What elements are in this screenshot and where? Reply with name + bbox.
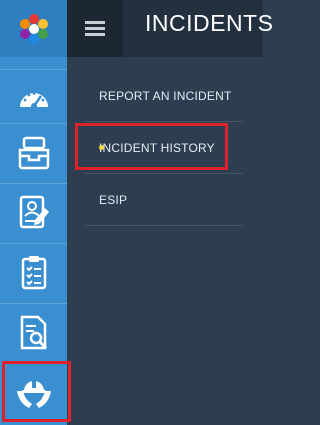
submenu-item-label: REPORT AN INCIDENT <box>99 88 232 103</box>
sidebar-item-incidents[interactable] <box>0 363 67 422</box>
sidebar-item-checklist[interactable] <box>0 243 67 302</box>
submenu-item-esip[interactable]: ESIP <box>85 174 243 226</box>
flower-logo-icon <box>19 13 48 44</box>
page-title: INCIDENTS <box>145 10 274 36</box>
submenu-item-incident-history[interactable]: INCIDENT HISTORY <box>85 122 243 174</box>
sidebar-item-dashboard[interactable] <box>0 69 67 128</box>
hard-hat-hands-icon <box>16 379 51 408</box>
submenu-item-label: ESIP <box>99 192 128 207</box>
active-indicator-dot <box>99 145 104 150</box>
submenu-item-report-incident[interactable]: REPORT AN INCIDENT <box>85 70 243 122</box>
main-panel: INCIDENTS REPORT AN INCIDENT INCIDENT HI… <box>67 0 273 425</box>
sidebar-item-profile[interactable] <box>0 183 67 242</box>
dashboard-gauge-icon <box>19 92 48 109</box>
inbox-tray-icon <box>18 136 49 170</box>
sidebar-item-inbox[interactable] <box>0 123 67 182</box>
menu-toggle-button[interactable] <box>67 0 123 57</box>
hamburger-icon <box>85 18 105 39</box>
header-bar: INCIDENTS <box>67 0 273 57</box>
document-search-icon <box>20 315 47 350</box>
checklist-clipboard-icon <box>21 256 46 290</box>
sidebar-item-document-review[interactable] <box>0 303 67 362</box>
submenu-item-label: INCIDENT HISTORY <box>99 140 215 155</box>
user-profile-document-icon <box>19 195 49 229</box>
icon-rail <box>0 0 67 425</box>
app-logo[interactable] <box>0 0 67 57</box>
